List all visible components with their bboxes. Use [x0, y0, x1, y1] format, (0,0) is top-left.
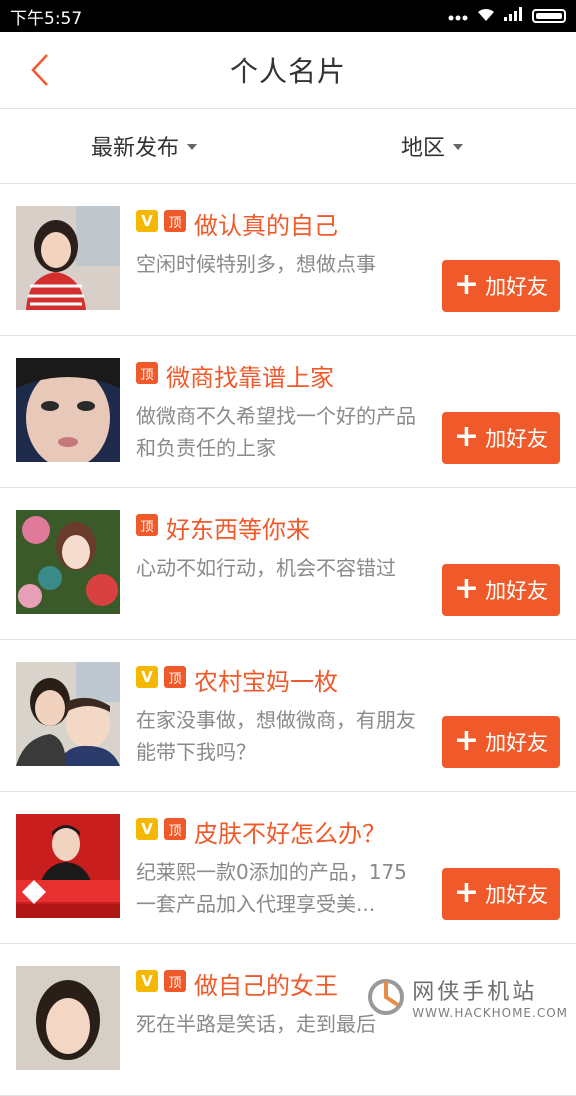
- card-list: V 顶 做认真的自己 空闲时候特别多，想做点事 + 加好友 顶 微商找靠谱上家 …: [0, 184, 576, 1096]
- item-description: 纪莱熙一款0添加的产品，175一套产品加入代理享受美...: [136, 860, 407, 916]
- list-item[interactable]: V 顶 做认真的自己 空闲时候特别多，想做点事 + 加好友: [0, 184, 576, 336]
- top-badge: 顶: [136, 362, 158, 384]
- battery-icon: [532, 9, 566, 23]
- page-title: 个人名片: [229, 55, 346, 88]
- list-item[interactable]: 顶 好东西等你来 心动不如行动，机会不容错过 + 加好友: [0, 488, 576, 640]
- chevron-left-icon: [31, 54, 48, 86]
- avatar: [16, 358, 120, 462]
- caret-down-icon: [453, 144, 463, 150]
- item-title: 好东西等你来: [166, 516, 310, 544]
- item-title: 农村宝妈一枚: [194, 668, 338, 696]
- top-badge: 顶: [164, 210, 186, 232]
- add-friend-label: 加好友: [485, 275, 549, 299]
- watermark-title: 网侠手机站: [412, 980, 538, 1005]
- plus-icon: +: [453, 418, 480, 454]
- watermark-url: WWW.HACKHOME.COM: [412, 1006, 568, 1020]
- add-friend-button[interactable]: + 加好友: [442, 412, 560, 464]
- verified-badge: V: [136, 818, 158, 840]
- badges: 顶: [136, 362, 158, 384]
- badges: V 顶: [136, 210, 186, 232]
- avatar: [16, 206, 120, 310]
- watermark: 网侠手机站 WWW.HACKHOME.COM: [366, 974, 568, 1020]
- title-bar: 个人名片: [0, 32, 576, 109]
- filter-latest[interactable]: 最新发布: [0, 130, 288, 162]
- filter-bar: 最新发布 地区: [0, 109, 576, 184]
- plus-icon: +: [453, 874, 480, 910]
- item-title: 皮肤不好怎么办？: [194, 820, 386, 848]
- list-item[interactable]: V 顶 做自己的女王 死在半路是笑话，走到最后: [0, 944, 576, 1096]
- avatar: [16, 814, 120, 918]
- badges: 顶: [136, 514, 158, 536]
- plus-icon: +: [453, 570, 480, 606]
- more-dots-icon: [448, 6, 468, 26]
- avatar: [16, 662, 120, 766]
- add-friend-label: 加好友: [485, 731, 549, 755]
- item-description: 在家没事做，想做微商，有朋友能带下我吗？: [136, 708, 416, 764]
- wifi-icon: [476, 6, 496, 27]
- top-badge: 顶: [164, 970, 186, 992]
- add-friend-button[interactable]: + 加好友: [442, 716, 560, 768]
- add-friend-label: 加好友: [485, 427, 549, 451]
- caret-down-icon: [187, 144, 197, 150]
- top-badge: 顶: [164, 666, 186, 688]
- add-friend-button[interactable]: + 加好友: [442, 260, 560, 312]
- badges: V 顶: [136, 818, 186, 840]
- top-badge: 顶: [164, 818, 186, 840]
- plus-icon: +: [453, 722, 480, 758]
- item-description: 心动不如行动，机会不容错过: [136, 556, 396, 580]
- verified-badge: V: [136, 210, 158, 232]
- plus-icon: +: [453, 266, 480, 302]
- item-description: 做微商不久希望找一个好的产品和负责任的上家: [136, 404, 416, 460]
- filter-label: 地区: [400, 136, 445, 161]
- add-friend-label: 加好友: [485, 883, 549, 907]
- add-friend-label: 加好友: [485, 579, 549, 603]
- signal-icon: [504, 6, 524, 26]
- add-friend-button[interactable]: + 加好友: [442, 868, 560, 920]
- item-title: 做认真的自己: [194, 212, 338, 240]
- status-icons: [448, 6, 566, 27]
- add-friend-button[interactable]: + 加好友: [442, 564, 560, 616]
- item-title: 微商找靠谱上家: [166, 364, 334, 392]
- item-title: 做自己的女王: [194, 972, 338, 1000]
- list-item[interactable]: V 顶 皮肤不好怎么办？ 纪莱熙一款0添加的产品，175一套产品加入代理享受美.…: [0, 792, 576, 944]
- back-button[interactable]: [20, 50, 60, 90]
- avatar: [16, 510, 120, 614]
- verified-badge: V: [136, 970, 158, 992]
- status-time: 下午5:57: [10, 8, 83, 29]
- verified-badge: V: [136, 666, 158, 688]
- list-item[interactable]: V 顶 农村宝妈一枚 在家没事做，想做微商，有朋友能带下我吗？ + 加好友: [0, 640, 576, 792]
- watermark-logo-icon: [368, 979, 405, 1015]
- list-item[interactable]: 顶 微商找靠谱上家 做微商不久希望找一个好的产品和负责任的上家 + 加好友: [0, 336, 576, 488]
- avatar: [16, 966, 120, 1070]
- top-badge: 顶: [136, 514, 158, 536]
- badges: V 顶: [136, 970, 186, 992]
- filter-label: 最新发布: [90, 136, 179, 161]
- badges: V 顶: [136, 666, 186, 688]
- item-description: 空闲时候特别多，想做点事: [136, 252, 376, 276]
- status-bar: 下午5:57: [0, 0, 576, 32]
- filter-region[interactable]: 地区: [288, 130, 576, 162]
